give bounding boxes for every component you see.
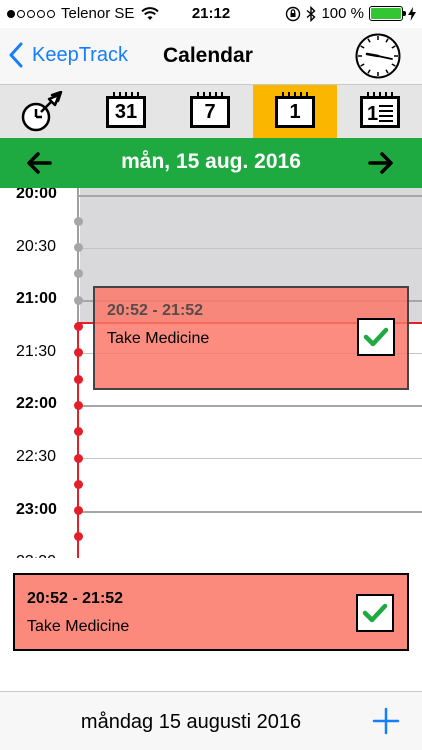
tab-list[interactable]: 1 <box>338 85 422 139</box>
back-button-label: KeepTrack <box>32 43 128 66</box>
navigation-bar: KeepTrack Calendar <box>0 28 422 84</box>
time-label: 22:00 <box>16 395 57 413</box>
tab-day-label: 1 <box>289 100 301 123</box>
calendar-week-icon: 7 <box>190 92 230 128</box>
tab-day[interactable]: 1 <box>253 85 337 139</box>
battery-percent: 100 % <box>321 5 364 22</box>
selected-date-label: måndag 15 augusti 2016 <box>80 711 302 733</box>
calendar-list-icon: 1 <box>360 92 400 128</box>
arrow-right-icon[interactable] <box>368 150 394 176</box>
calendar-month-icon: 31 <box>106 92 146 128</box>
battery-icon <box>369 6 406 21</box>
tab-month[interactable]: 31 <box>84 85 168 139</box>
charging-icon <box>408 6 416 21</box>
event-summary-card[interactable]: 20:52 - 21:52 Take Medicine <box>13 573 409 651</box>
hour-gridline <box>79 405 422 408</box>
timeline-dot <box>74 479 83 489</box>
view-switcher: 31 7 1 1 <box>0 84 422 139</box>
pointer-clock-icon <box>21 91 63 132</box>
chevron-left-icon <box>9 42 23 68</box>
time-label: 22:30 <box>16 448 57 465</box>
timeline-dot <box>74 427 83 437</box>
timeline-dot <box>74 453 83 463</box>
timeline-event[interactable]: 20:52 - 21:52 Take Medicine <box>93 286 409 390</box>
timeline-dot <box>74 216 83 226</box>
bottom-toolbar: måndag 15 augusti 2016 <box>0 691 422 750</box>
summary-complete-checkbox[interactable] <box>356 594 394 632</box>
timeline-dot <box>74 400 83 410</box>
calendar-day-icon: 1 <box>275 92 315 128</box>
tab-time-picker[interactable] <box>0 85 84 139</box>
checkmark-icon <box>362 603 388 623</box>
day-timeline[interactable]: 20:00 20:30 21:00 21:30 22:00 22:30 23:00 23:30… <box>0 188 422 558</box>
timeline-dot <box>74 374 83 384</box>
hour-gridline <box>79 195 422 197</box>
checkmark-icon <box>363 327 389 347</box>
timeline-dot <box>74 348 83 358</box>
timeline-dot <box>74 322 83 331</box>
status-bar: Telenor SE 21:12 100 % <box>0 0 422 28</box>
list-lines-icon: 1 <box>367 103 393 123</box>
svg-text:1: 1 <box>367 103 378 123</box>
date-bar: mån, 15 aug. 2016 <box>0 138 422 188</box>
time-label: 20:00 <box>16 188 57 202</box>
status-right: 100 % <box>285 5 416 22</box>
orientation-lock-icon <box>286 6 301 21</box>
half-hour-gridline <box>79 247 422 249</box>
timeline-dot <box>74 506 83 516</box>
page-title: Calendar <box>163 44 253 67</box>
time-label: 23:30 <box>16 553 68 558</box>
current-date: mån, 15 aug. 2016 <box>121 150 301 173</box>
event-complete-checkbox[interactable] <box>357 318 395 356</box>
back-button[interactable]: KeepTrack <box>8 42 128 68</box>
event-time-range: 20:52 - 21:52 <box>107 302 204 319</box>
hour-gridline <box>79 510 422 513</box>
add-icon[interactable] <box>372 707 400 735</box>
summary-time-range: 20:52 - 21:52 <box>27 590 124 607</box>
tab-week-label: 7 <box>204 100 216 123</box>
time-label: 21:00 <box>16 290 57 308</box>
clock-icon[interactable] <box>354 32 402 80</box>
time-label: 20:30 <box>16 237 57 255</box>
tab-month-label: 31 <box>114 100 138 123</box>
half-hour-gridline <box>79 458 422 459</box>
event-title: Take Medicine <box>107 330 210 347</box>
timeline-dot <box>74 295 83 305</box>
timeline-dot <box>74 532 83 542</box>
tab-week[interactable]: 7 <box>168 85 252 139</box>
timeline-axis-future <box>77 322 79 558</box>
time-label: 23:00 <box>16 500 57 518</box>
bluetooth-icon <box>306 5 316 22</box>
summary-title: Take Medicine <box>27 618 130 635</box>
time-label: 21:30 <box>16 342 57 360</box>
